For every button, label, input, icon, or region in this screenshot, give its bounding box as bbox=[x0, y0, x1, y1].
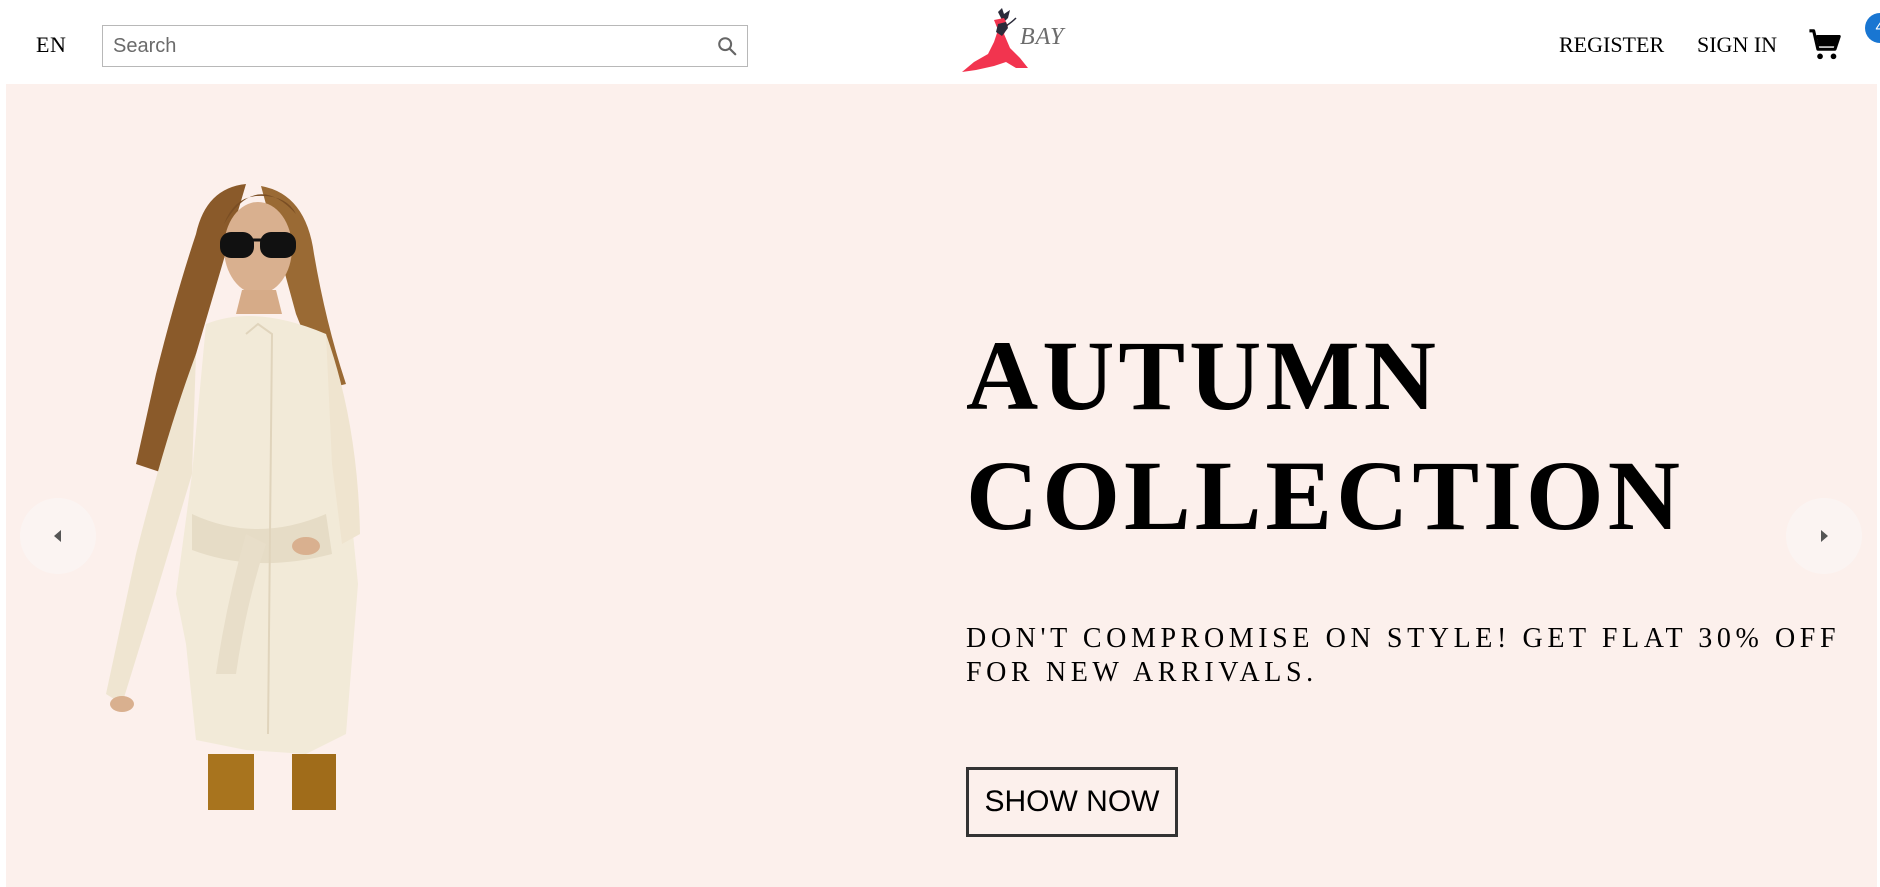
headline-line-1: AUTUMN bbox=[966, 320, 1440, 431]
hero-headline: AUTUMN COLLECTION bbox=[966, 316, 1684, 556]
brand-logo[interactable]: BAY bbox=[958, 6, 1076, 78]
cart-count-badge: 4 bbox=[1865, 13, 1880, 43]
hero-slider: AUTUMN COLLECTION DON'T COMPROMISE ON ST… bbox=[6, 84, 1877, 887]
show-now-button[interactable]: SHOW NOW bbox=[966, 767, 1178, 837]
model-image bbox=[106, 184, 360, 810]
top-navbar: EN BAY REGISTER SIGN IN 4 bbox=[0, 0, 1880, 84]
register-link[interactable]: REGISTER bbox=[1559, 32, 1664, 58]
sign-in-link[interactable]: SIGN IN bbox=[1697, 32, 1777, 58]
slider-next-button[interactable] bbox=[1786, 498, 1862, 574]
search-box bbox=[102, 25, 748, 67]
chevron-left-icon bbox=[54, 530, 61, 542]
slider-prev-button[interactable] bbox=[20, 498, 96, 574]
chevron-right-icon bbox=[1821, 530, 1828, 542]
logo-text: BAY bbox=[1020, 24, 1065, 50]
shopping-cart-icon[interactable] bbox=[1808, 28, 1848, 68]
headline-line-2: COLLECTION bbox=[966, 440, 1684, 551]
hero-subtext: DON'T COMPROMISE ON STYLE! GET FLAT 30% … bbox=[966, 623, 1841, 688]
language-selector[interactable]: EN bbox=[36, 32, 66, 58]
search-input[interactable] bbox=[103, 26, 707, 66]
search-icon[interactable] bbox=[707, 26, 747, 66]
